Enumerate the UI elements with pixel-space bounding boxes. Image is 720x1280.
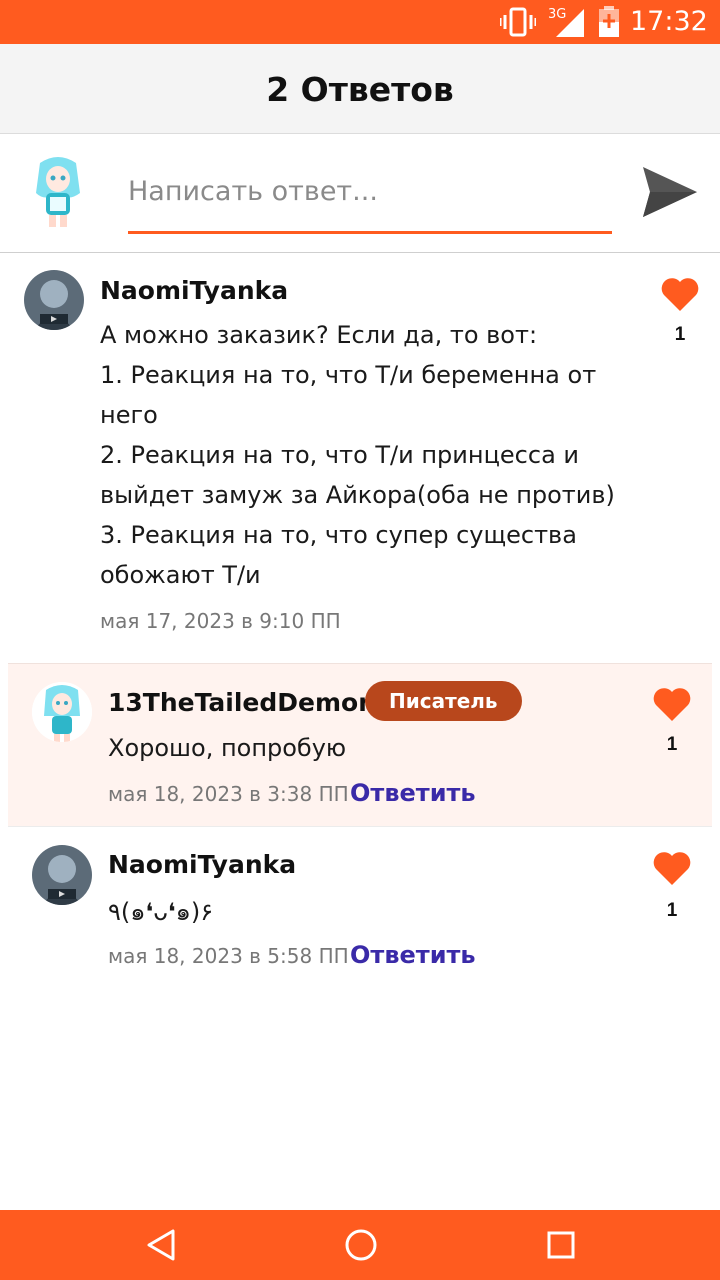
avatar[interactable] — [32, 682, 92, 742]
reply-text-line: него — [100, 401, 158, 429]
reply-text-line: А можно заказик? Если да, то вот: — [100, 321, 538, 349]
avatar[interactable] — [32, 845, 92, 905]
reply-button[interactable]: Ответить — [350, 779, 476, 807]
signal-icon: 3G — [548, 7, 584, 37]
system-nav-bar — [0, 1210, 720, 1280]
reply-text: Хорошо, попробую — [108, 734, 347, 762]
battery-charging-icon — [599, 6, 619, 37]
reply-text: А можно заказик? Если да, то вот: 1. Реа… — [100, 315, 620, 595]
reply-item-highlighted: 13TheTailedDemon Писатель Хорошо, попроб… — [8, 663, 712, 827]
reply-text-line: обожают Т/и — [100, 561, 261, 589]
compose-row — [0, 135, 720, 253]
back-icon[interactable] — [141, 1225, 181, 1265]
timestamp: мая 18, 2023 в 5:58 ПП — [108, 944, 349, 968]
home-icon[interactable] — [341, 1225, 381, 1265]
reply-text: ٩(๑❛ᴗ❛๑)۶ — [108, 898, 214, 926]
avatar[interactable] — [24, 270, 84, 330]
username[interactable]: 13TheTailedDemon — [108, 688, 376, 717]
reply-item: NaomiTyanka ٩(๑❛ᴗ❛๑)۶ мая 18, 2023 в 5:5… — [0, 828, 720, 988]
current-user-avatar — [36, 157, 80, 227]
heart-icon[interactable] — [652, 686, 692, 722]
recents-icon[interactable] — [541, 1225, 581, 1265]
username[interactable]: NaomiTyanka — [108, 850, 296, 879]
header: 2 Ответов — [0, 44, 720, 134]
reply-text-line: 1. Реакция на то, что Т/и беременна от — [100, 361, 597, 389]
clock: 17:32 — [630, 6, 708, 37]
reply-text-line: 3. Реакция на то, что супер существа — [100, 521, 577, 549]
reply-input-underline — [128, 231, 612, 234]
reply-text-line: 2. Реакция на то, что Т/и принцесса и — [100, 441, 580, 469]
send-icon[interactable] — [641, 165, 699, 219]
status-bar: 3G 17:32 — [0, 0, 720, 44]
reply-button[interactable]: Ответить — [350, 941, 476, 969]
reply-item: NaomiTyanka А можно заказик? Если да, то… — [0, 254, 720, 662]
like-count: 1 — [674, 324, 686, 345]
network-type: 3G — [548, 7, 566, 22]
timestamp: мая 17, 2023 в 9:10 ПП — [100, 609, 341, 633]
like-count: 1 — [666, 900, 678, 921]
reply-input[interactable] — [128, 165, 612, 217]
heart-icon[interactable] — [660, 276, 700, 312]
reply-text-line: выйдет замуж за Айкора(оба не против) — [100, 481, 615, 509]
vibrate-icon — [500, 7, 536, 37]
timestamp: мая 18, 2023 в 3:38 ПП — [108, 782, 349, 806]
heart-icon[interactable] — [652, 850, 692, 886]
username[interactable]: NaomiTyanka — [100, 276, 288, 305]
like-count: 1 — [666, 734, 678, 755]
writer-badge: Писатель — [365, 681, 522, 721]
page-title: 2 Ответов — [266, 70, 454, 109]
